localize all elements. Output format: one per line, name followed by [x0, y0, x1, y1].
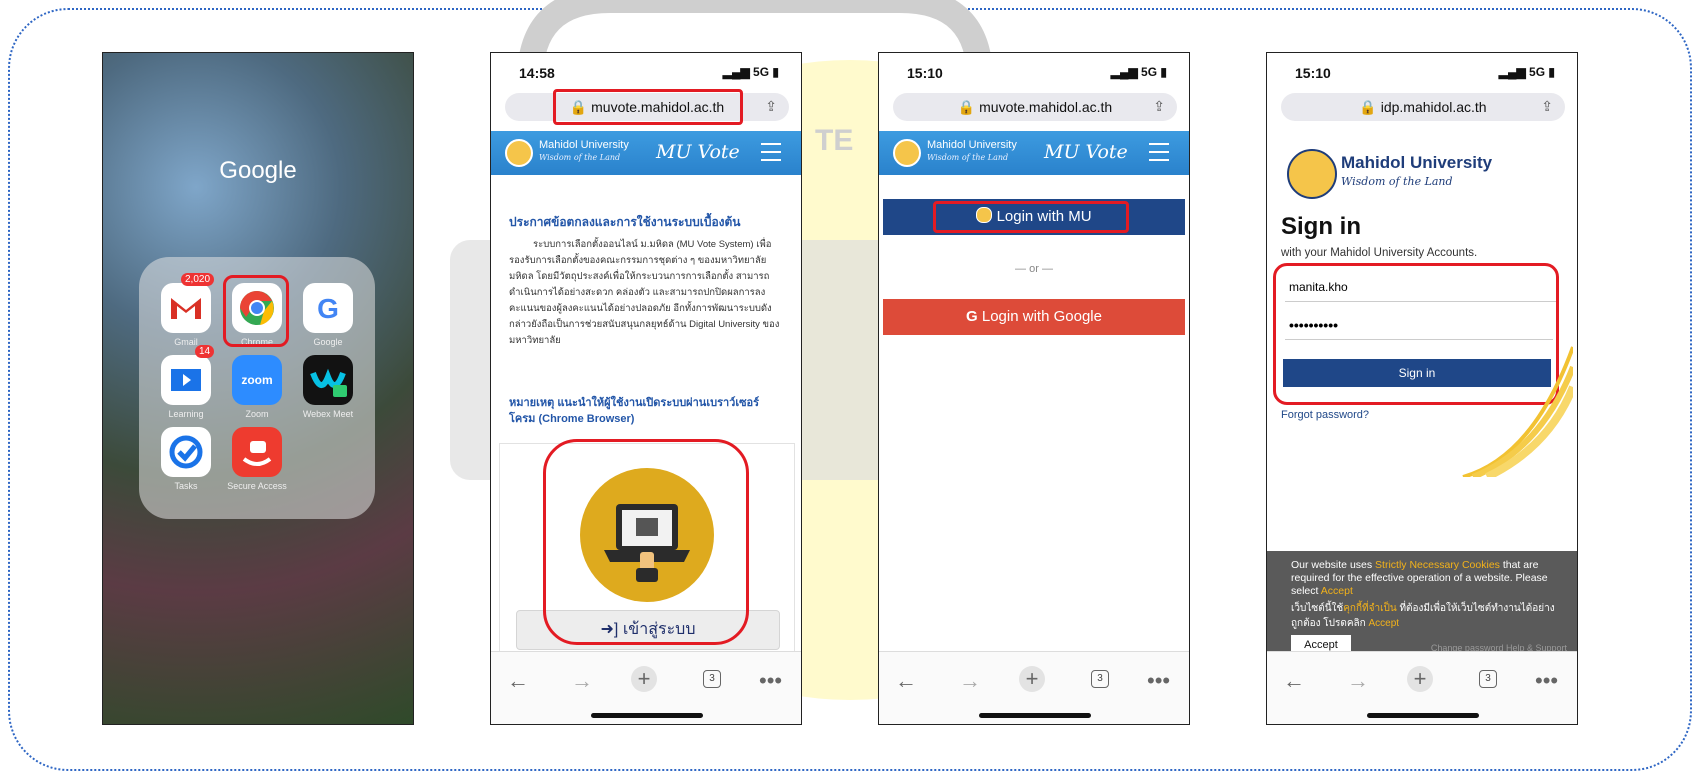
learning-icon	[171, 369, 201, 391]
gmail-icon	[171, 298, 201, 319]
tabs-button[interactable]: 3	[1091, 670, 1109, 688]
phone-home-screen: Google 2,020 Gmail Chrome G Google 14 Le…	[102, 52, 414, 725]
learning-badge: 14	[195, 345, 215, 358]
back-icon[interactable]: ←	[1283, 668, 1305, 694]
clock: 15:10	[1295, 65, 1331, 81]
cookie-banner: Our website uses Strictly Necessary Cook…	[1267, 551, 1577, 655]
chrome-note: หมายเหตุ แนะนำให้ผู้ใช้งานเปิดระบบผ่านเบ…	[509, 397, 760, 425]
mu-logo-icon	[893, 139, 921, 167]
url-highlight	[553, 89, 743, 125]
muvote-header: Mahidol University Wisdom of the Land MU…	[879, 131, 1189, 175]
webex-app[interactable]	[303, 355, 353, 405]
google-icon: G	[317, 293, 339, 324]
status-bar: 15:10 ▂▄▆ 5G ▮	[879, 53, 1189, 95]
forward-icon[interactable]: →	[1347, 668, 1369, 694]
phone-idp-signin: 15:10 ▂▄▆ 5G ▮ 🔒 idp.mahidol.ac.th ⇪ Mah…	[1266, 52, 1578, 725]
back-icon[interactable]: ←	[895, 668, 917, 694]
webex-icon	[310, 368, 347, 397]
secure-access-label: Secure Access	[227, 481, 287, 491]
forward-icon[interactable]: →	[959, 668, 981, 694]
login-mu-highlight	[933, 201, 1129, 233]
clock: 15:10	[907, 65, 943, 81]
share-icon[interactable]: ⇪	[1153, 98, 1165, 115]
muvote-header: Mahidol University Wisdom of the Land MU…	[491, 131, 801, 175]
browser-toolbar: ← → + 3 •••	[491, 651, 801, 724]
more-icon[interactable]: •••	[1535, 668, 1558, 694]
app-title: MU Vote	[656, 141, 740, 163]
mu-logo-icon	[505, 139, 533, 167]
menu-icon[interactable]	[1149, 143, 1169, 167]
tabs-button[interactable]: 3	[1479, 670, 1497, 688]
webex-label: Webex Meet	[302, 409, 354, 419]
tasks-label: Tasks	[174, 481, 198, 491]
folder-title: Google	[219, 157, 297, 184]
more-icon[interactable]: •••	[759, 668, 782, 694]
phone-muvote-login: 15:10 ▂▄▆ 5G ▮ 🔒 muvote.mahidol.ac.th ⇪ …	[878, 52, 1190, 725]
learning-app[interactable]: 14	[161, 345, 215, 405]
brand-tagline: Wisdom of the Land	[1341, 175, 1453, 188]
new-tab-icon[interactable]: +	[1407, 666, 1433, 692]
secure-access-icon	[242, 441, 272, 466]
brand-name: Mahidol University	[927, 139, 1017, 151]
gmail-app[interactable]: 2,020	[161, 273, 215, 333]
share-icon[interactable]: ⇪	[1541, 98, 1553, 115]
zoom-app[interactable]: zoom	[232, 355, 282, 405]
google-g-icon: G	[966, 308, 978, 325]
gmail-badge: 2,020	[181, 273, 215, 286]
google-label: Google	[313, 337, 343, 347]
signin-heading: Sign in	[1281, 213, 1361, 240]
forgot-password-link[interactable]: Forgot password?	[1281, 409, 1369, 421]
gold-swoosh-decoration	[1462, 346, 1573, 477]
zoom-icon: zoom	[241, 373, 273, 387]
address-bar[interactable]: 🔒 muvote.mahidol.ac.th ⇪	[893, 93, 1177, 121]
login-with-google-button[interactable]: G Login with Google	[883, 299, 1185, 335]
address-bar[interactable]: 🔒 idp.mahidol.ac.th ⇪	[1281, 93, 1565, 121]
notice-title: ประกาศข้อตกลงและการใช้งานระบบเบื้องต้น	[509, 215, 741, 229]
back-icon[interactable]: ←	[507, 668, 529, 694]
app-folder: 2,020 Gmail Chrome G Google 14 Learning …	[139, 257, 375, 519]
menu-icon[interactable]	[761, 143, 781, 167]
tasks-app[interactable]	[161, 427, 211, 477]
brand-tagline: Wisdom of the Land	[539, 153, 621, 162]
notice-body: ระบบการเลือกตั้งออนไลน์ ม.มหิดล (MU Vote…	[509, 239, 780, 346]
login-card-highlight	[543, 439, 749, 645]
app-title: MU Vote	[1044, 141, 1128, 163]
signal-indicator: ▂▄▆ 5G ▮	[722, 65, 779, 79]
share-icon[interactable]: ⇪	[765, 98, 777, 115]
home-indicator	[591, 713, 703, 718]
home-indicator	[1367, 713, 1479, 718]
home-indicator	[979, 713, 1091, 718]
new-tab-icon[interactable]: +	[1019, 666, 1045, 692]
tabs-button[interactable]: 3	[703, 670, 721, 688]
zoom-label: Zoom	[245, 409, 269, 419]
cookie-text-th: เว็บไซต์นี้ใช้คุกกี้ที่จำเป็น ที่ต้องมีเ…	[1291, 603, 1555, 629]
secure-access-app[interactable]	[232, 427, 282, 477]
gmail-label: Gmail	[174, 337, 198, 347]
url-text: 🔒 idp.mahidol.ac.th	[1359, 99, 1487, 115]
brand-name: Mahidol University	[1341, 153, 1493, 172]
google-app[interactable]: G	[303, 283, 353, 333]
brand-name: Mahidol University	[539, 139, 629, 151]
url-text: 🔒 muvote.mahidol.ac.th	[957, 99, 1113, 115]
mu-logo-icon	[1287, 149, 1337, 199]
signal-indicator: ▂▄▆ 5G ▮	[1498, 65, 1555, 79]
browser-toolbar: ← → + 3 •••	[879, 651, 1189, 724]
brand-tagline: Wisdom of the Land	[927, 153, 1009, 162]
tasks-icon	[169, 435, 203, 469]
clock: 14:58	[519, 65, 555, 81]
svg-text:G: G	[317, 293, 339, 324]
phone-muvote-home: 14:58 ▂▄▆ 5G ▮ 🔒 muvote.mahidol.ac.th ⇪ …	[490, 52, 802, 725]
or-divider: — or —	[1015, 263, 1053, 275]
cookie-text-en: Our website uses Strictly Necessary Cook…	[1291, 559, 1548, 597]
chrome-highlight	[223, 275, 289, 347]
signal-indicator: ▂▄▆ 5G ▮	[1110, 65, 1167, 79]
browser-toolbar: ← → + 3 •••	[1267, 651, 1577, 724]
learning-label: Learning	[168, 409, 204, 419]
new-tab-icon[interactable]: +	[631, 666, 657, 692]
more-icon[interactable]: •••	[1147, 668, 1170, 694]
forward-icon[interactable]: →	[571, 668, 593, 694]
signin-subheading: with your Mahidol University Accounts.	[1281, 247, 1478, 259]
status-bar: 15:10 ▂▄▆ 5G ▮	[1267, 53, 1577, 95]
